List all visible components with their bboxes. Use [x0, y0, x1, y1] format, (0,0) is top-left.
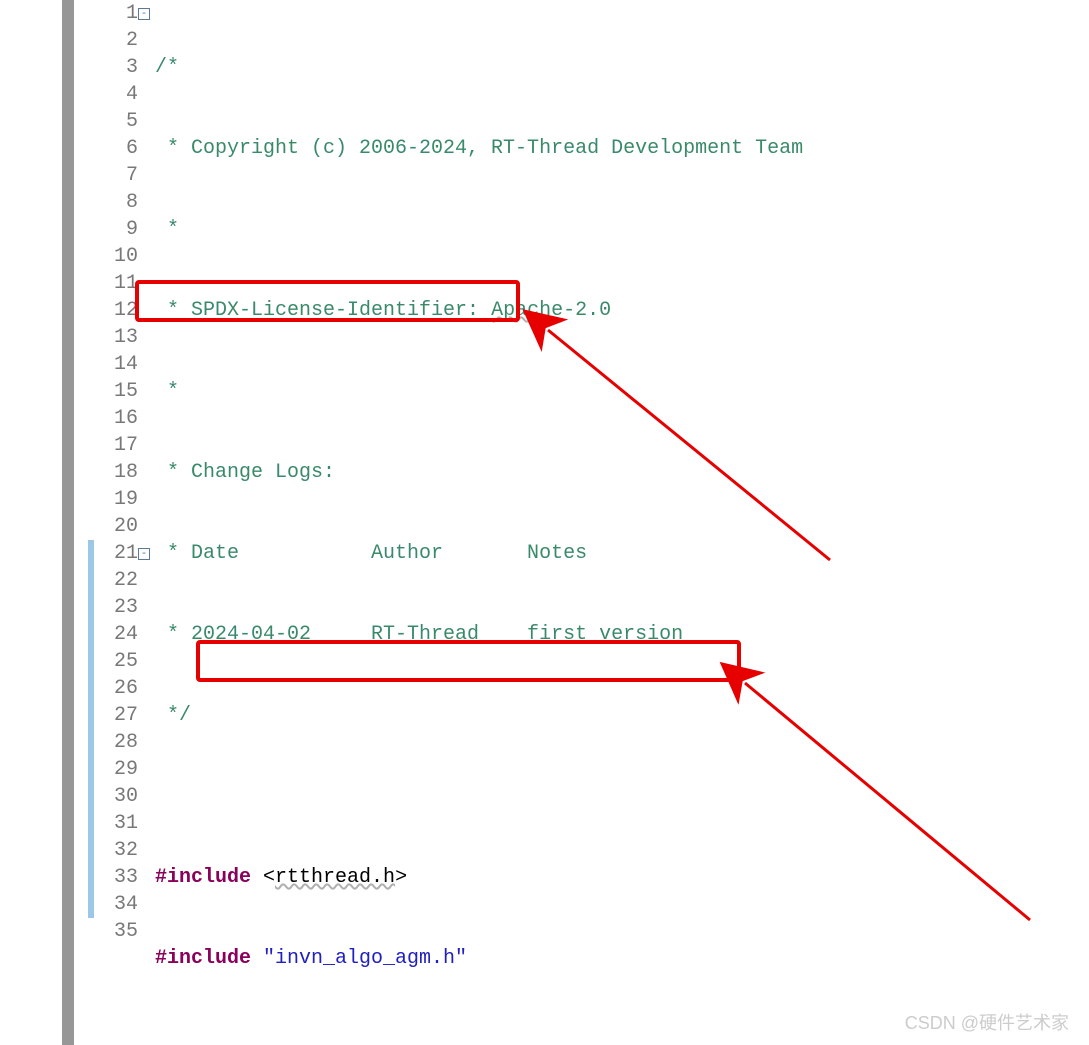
code-area[interactable]: /* * Copyright (c) 2006-2024, RT-Thread … — [155, 0, 803, 1045]
line-number: 26 — [96, 675, 138, 702]
line-number: 34 — [96, 891, 138, 918]
line-number: 1 — [96, 0, 138, 27]
fold-toggle-icon[interactable]: - — [138, 548, 150, 560]
code-text: * Date Author Notes — [155, 542, 587, 565]
line-number: 9 — [96, 216, 138, 243]
line-number: 31 — [96, 810, 138, 837]
line-number: 6 — [96, 135, 138, 162]
line-number: 24 — [96, 621, 138, 648]
line-number: 33 — [96, 864, 138, 891]
code-text: * — [155, 380, 179, 403]
line-number: 4 — [96, 81, 138, 108]
code-text: * 2024-04-02 RT-Thread first version — [155, 623, 683, 646]
line-number: 23 — [96, 594, 138, 621]
code-text: "invn_algo_agm.h" — [251, 947, 467, 970]
code-text: * — [155, 218, 179, 241]
line-number: 29 — [96, 756, 138, 783]
code-text: */ — [155, 704, 191, 727]
code-text: * SPDX-License-Identifier: — [155, 299, 491, 322]
code-text: > — [395, 866, 407, 889]
line-number: 27 — [96, 702, 138, 729]
line-number: 32 — [96, 837, 138, 864]
line-number: 7 — [96, 162, 138, 189]
line-number: 12 — [96, 297, 138, 324]
fold-column[interactable]: - - — [138, 0, 152, 1045]
line-number: 8 — [96, 189, 138, 216]
code-text: < — [251, 866, 275, 889]
code-text: -2.0 — [563, 299, 611, 322]
line-number: 10 — [96, 243, 138, 270]
line-number: 21 — [96, 540, 138, 567]
code-text: Apache — [491, 299, 563, 322]
line-number: 19 — [96, 486, 138, 513]
code-text: rtthread.h — [275, 866, 395, 889]
line-number: 17 — [96, 432, 138, 459]
line-number: 18 — [96, 459, 138, 486]
line-number: 14 — [96, 351, 138, 378]
code-text: * Change Logs: — [155, 461, 335, 484]
fold-toggle-icon[interactable]: - — [138, 8, 150, 20]
line-number: 5 — [96, 108, 138, 135]
line-number: 28 — [96, 729, 138, 756]
line-number: 25 — [96, 648, 138, 675]
line-number: 35 — [96, 918, 138, 945]
line-number: 2 — [96, 27, 138, 54]
line-number: 15 — [96, 378, 138, 405]
line-number: 11 — [96, 270, 138, 297]
line-number: 22 — [96, 567, 138, 594]
line-number: 16 — [96, 405, 138, 432]
code-text: #include — [155, 947, 251, 970]
watermark-text: CSDN @硬件艺术家 — [905, 1009, 1069, 1035]
change-marker — [88, 540, 94, 918]
editor-root: 1 2 3 4 5 6 7 8 9 10 11 12 13 14 15 16 1… — [0, 0, 1089, 1045]
code-text: #include — [155, 866, 251, 889]
code-text: /* — [155, 56, 179, 79]
line-number: 20 — [96, 513, 138, 540]
line-number: 3 — [96, 54, 138, 81]
line-number: 13 — [96, 324, 138, 351]
code-text: * Copyright (c) 2006-2024, RT-Thread Dev… — [155, 137, 803, 160]
line-number: 30 — [96, 783, 138, 810]
line-number-gutter[interactable]: 1 2 3 4 5 6 7 8 9 10 11 12 13 14 15 16 1… — [96, 0, 138, 1045]
overview-ruler[interactable] — [62, 0, 74, 1045]
